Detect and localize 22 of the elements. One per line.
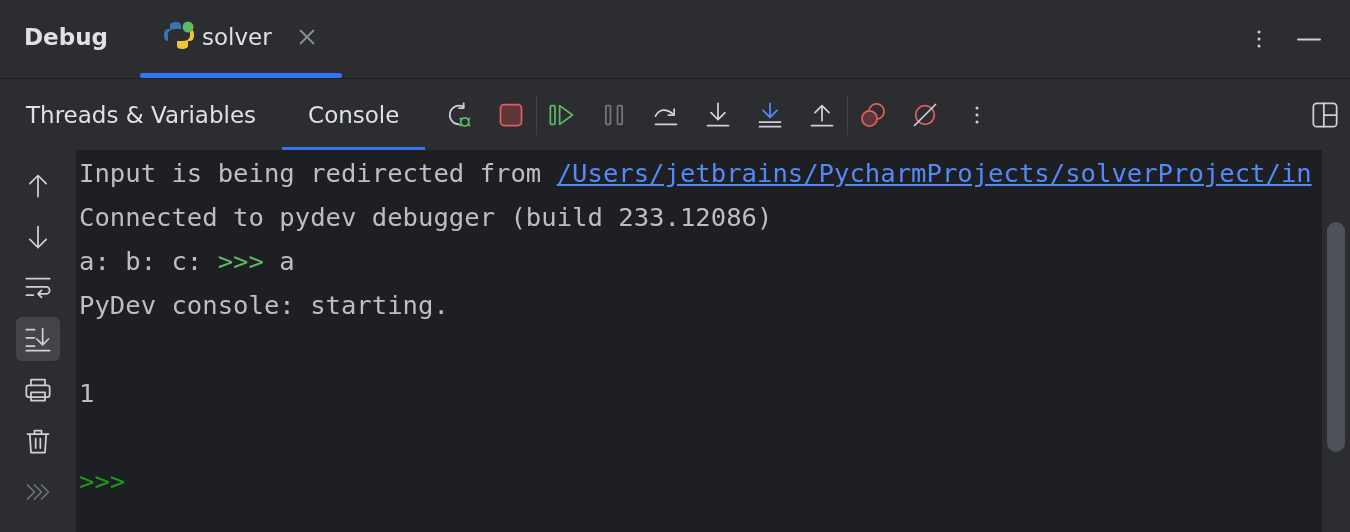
console-text: a (278, 246, 295, 276)
breakpoints-icon (859, 100, 888, 129)
close-icon[interactable] (297, 28, 316, 46)
input-prompt: >>> (79, 466, 126, 496)
console-text: Connected to pydev debugger (build 233.12086) (79, 202, 773, 232)
console-text: 1 (79, 378, 95, 408)
file-link[interactable]: /Users/jetbrains/PycharmProjects/solverProject/in (556, 158, 1312, 188)
tab[interactable]: Console (282, 79, 426, 150)
minimize-icon[interactable] (1297, 37, 1321, 41)
console-text: PyDev console: starting. (79, 290, 449, 320)
scroll-to-end-icon (24, 325, 52, 353)
print-icon (24, 376, 52, 404)
session-label: solver (202, 24, 272, 50)
console-text: a: b: c: (79, 246, 204, 276)
trash-icon (24, 427, 52, 455)
scrollbar[interactable] (1322, 150, 1350, 532)
console-text: Input is being redirected from (79, 158, 543, 188)
tab[interactable]: Threads & Variables (0, 79, 283, 150)
panel-title: Debug (24, 23, 108, 52)
prompt: >>> (217, 246, 264, 276)
layout-icon (1311, 100, 1339, 129)
session-tab[interactable]: solver (140, 0, 342, 78)
